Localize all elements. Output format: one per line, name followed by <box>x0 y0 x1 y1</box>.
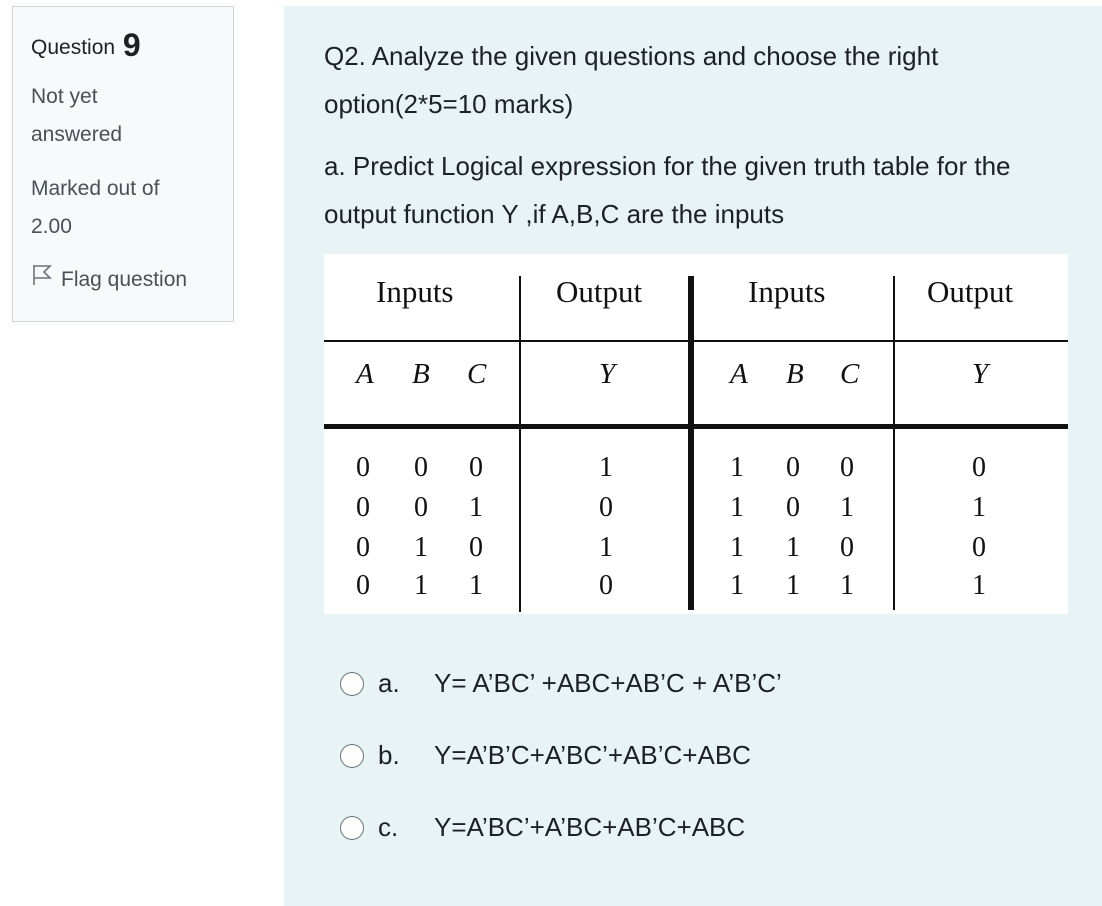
option-text: Y= A’BC’ +ABC+AB’C + A’B’C’ <box>434 668 782 698</box>
table-cell: 0 <box>786 452 800 483</box>
var-y-left: Y <box>599 358 616 390</box>
table-cell: 1 <box>730 452 744 483</box>
table-cell: 0 <box>356 452 370 483</box>
table-cell: 0 <box>414 452 428 483</box>
body-rule <box>324 424 1068 429</box>
table-cell: 0 <box>414 492 428 523</box>
header-rule <box>324 340 1068 342</box>
table-cell: 0 <box>356 492 370 523</box>
inputs-header-right: Inputs <box>748 274 826 309</box>
table-cell: 0 <box>469 452 483 483</box>
table-cell: 0 <box>840 452 854 483</box>
table-cell: 1 <box>469 492 483 523</box>
table-cell: 1 <box>730 570 744 601</box>
table-cell: 1 <box>972 492 986 523</box>
output-header-left: Output <box>556 274 643 309</box>
table-cell: 1 <box>786 570 800 601</box>
option-text: Y=A’BC’+A’BC+AB’C+ABC <box>434 812 746 842</box>
question-label: Question <box>31 36 116 59</box>
table-cell: 0 <box>599 570 613 601</box>
table-cell: 1 <box>786 532 800 563</box>
option-letter: b. <box>378 740 400 770</box>
left-divider <box>519 276 521 612</box>
table-cell: 0 <box>599 492 613 523</box>
var-a-right: A <box>730 358 748 390</box>
var-y-right: Y <box>972 358 989 390</box>
option-letter: a. <box>378 668 400 698</box>
radio-button[interactable] <box>340 815 364 840</box>
var-a-left: A <box>356 358 374 390</box>
table-cell: 0 <box>356 532 370 563</box>
output-header-right: Output <box>927 274 1014 309</box>
table-cell: 1 <box>599 452 613 483</box>
question-state: Not yet answered <box>31 85 123 146</box>
question-number: Question 9 <box>31 25 233 68</box>
center-divider <box>688 276 694 610</box>
radio-button[interactable] <box>340 671 364 696</box>
table-cell: 1 <box>840 492 854 523</box>
flag-icon <box>31 262 61 297</box>
table-cell: 0 <box>972 532 986 563</box>
var-b-right: B <box>786 358 804 390</box>
truth-table-image: Inputs Output Inputs Output A B C Y A B … <box>324 254 1068 614</box>
var-c-left: C <box>467 358 487 390</box>
answer-option-a[interactable]: a. Y= A’BC’ +ABC+AB’C + A’B’C’ <box>340 668 782 699</box>
question-intro: Q2. Analyze the given questions and choo… <box>324 41 939 119</box>
table-cell: 1 <box>469 570 483 601</box>
table-cell: 1 <box>414 532 428 563</box>
var-c-right: C <box>840 358 860 390</box>
question-info-panel: Question 9 Not yet answered Marked out o… <box>12 6 234 322</box>
table-cell: 0 <box>469 532 483 563</box>
table-cell: 0 <box>356 570 370 601</box>
question-number-value: 9 <box>122 27 141 63</box>
table-cell: 1 <box>730 492 744 523</box>
inputs-header-left: Inputs <box>376 274 454 309</box>
flag-question-link[interactable]: Flag question <box>31 262 233 297</box>
question-text: Q2. Analyze the given questions and choo… <box>324 32 1084 238</box>
table-cell: 1 <box>840 570 854 601</box>
table-cell: 0 <box>786 492 800 523</box>
table-cell: 1 <box>599 532 613 563</box>
flag-question-label: Flag question <box>61 267 188 291</box>
table-cell: 1 <box>730 532 744 563</box>
question-grade: Marked out of 2.00 <box>31 177 160 238</box>
table-cell: 1 <box>414 570 428 601</box>
answer-option-c[interactable]: c. Y=A’BC’+A’BC+AB’C+ABC <box>340 812 745 843</box>
table-cell: 0 <box>972 452 986 483</box>
option-text: Y=A’B’C+A’BC’+AB’C+ABC <box>434 740 751 770</box>
question-content: Q2. Analyze the given questions and choo… <box>284 6 1102 906</box>
table-cell: 0 <box>840 532 854 563</box>
table-cell: 1 <box>972 570 986 601</box>
radio-button[interactable] <box>340 743 364 768</box>
right-divider <box>893 276 895 610</box>
answer-option-b[interactable]: b. Y=A’B’C+A’BC’+AB’C+ABC <box>340 740 751 771</box>
question-subpart: a. Predict Logical expression for the gi… <box>324 151 1011 229</box>
var-b-left: B <box>412 358 430 390</box>
option-letter: c. <box>378 812 399 842</box>
